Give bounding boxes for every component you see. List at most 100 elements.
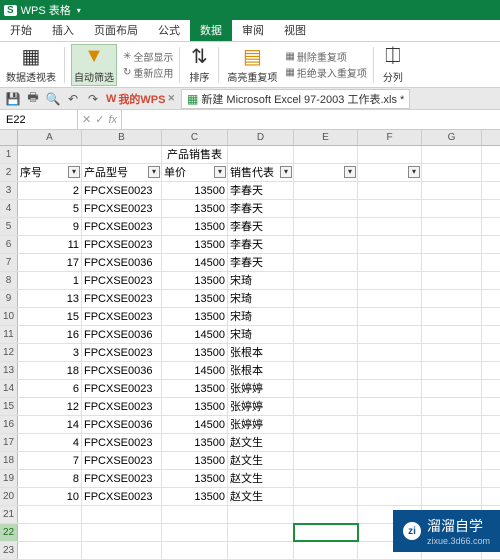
filter-dropdown-icon[interactable]: ▾ — [280, 166, 292, 178]
cell[interactable]: 宋琦 — [228, 308, 294, 325]
cell[interactable] — [422, 380, 482, 397]
cell[interactable]: 13500 — [162, 182, 228, 199]
cell[interactable] — [422, 398, 482, 415]
filter-dropdown-icon[interactable]: ▾ — [408, 166, 420, 178]
cell[interactable] — [358, 452, 422, 469]
table-header[interactable]: 产品型号▾ — [82, 164, 162, 181]
cell[interactable]: FPCXSE0023 — [82, 344, 162, 361]
cell[interactable]: 宋琦 — [228, 272, 294, 289]
cell[interactable]: 13500 — [162, 344, 228, 361]
col-header[interactable]: G — [422, 130, 482, 145]
cell[interactable]: 13500 — [162, 398, 228, 415]
fx-cancel-icon[interactable]: ✕ — [82, 113, 91, 126]
remove-dup-button[interactable]: ▦删除重复项 — [285, 49, 366, 64]
cell[interactable]: 13500 — [162, 272, 228, 289]
cell[interactable]: 13500 — [162, 308, 228, 325]
row-header[interactable]: 11 — [0, 326, 18, 343]
cell[interactable]: 张婷婷 — [228, 380, 294, 397]
cell[interactable]: 13500 — [162, 470, 228, 487]
show-all-button[interactable]: ✳全部显示 — [123, 49, 173, 64]
cell[interactable] — [228, 506, 294, 523]
cell[interactable]: FPCXSE0023 — [82, 272, 162, 289]
cell[interactable] — [82, 542, 162, 559]
row-header[interactable]: 17 — [0, 434, 18, 451]
filter-dropdown-icon[interactable]: ▾ — [214, 166, 226, 178]
cell[interactable]: FPCXSE0036 — [82, 416, 162, 433]
cell[interactable] — [358, 488, 422, 505]
row-header[interactable]: 21 — [0, 506, 18, 523]
cell[interactable] — [358, 344, 422, 361]
cell[interactable]: 4 — [18, 434, 82, 451]
filter-dropdown-icon[interactable]: ▾ — [68, 166, 80, 178]
cell[interactable] — [422, 326, 482, 343]
cell[interactable]: 13500 — [162, 200, 228, 217]
row-header[interactable]: 6 — [0, 236, 18, 253]
cell[interactable]: ▾ — [358, 164, 422, 181]
row-header[interactable]: 3 — [0, 182, 18, 199]
row-header[interactable]: 14 — [0, 380, 18, 397]
cell[interactable] — [358, 380, 422, 397]
preview-icon[interactable]: 🔍 — [46, 92, 60, 106]
cell[interactable] — [422, 470, 482, 487]
cell[interactable]: FPCXSE0023 — [82, 308, 162, 325]
cell[interactable] — [294, 218, 358, 235]
cell[interactable]: 6 — [18, 380, 82, 397]
cell[interactable] — [294, 488, 358, 505]
cell[interactable] — [294, 308, 358, 325]
cell[interactable]: 13500 — [162, 434, 228, 451]
cell[interactable] — [294, 290, 358, 307]
cell[interactable] — [294, 416, 358, 433]
cell[interactable] — [294, 380, 358, 397]
cell[interactable]: 1 — [18, 272, 82, 289]
cell[interactable]: FPCXSE0023 — [82, 470, 162, 487]
cell[interactable] — [422, 290, 482, 307]
cell[interactable]: 张根本 — [228, 344, 294, 361]
cell[interactable] — [82, 524, 162, 541]
cell[interactable]: FPCXSE0023 — [82, 488, 162, 505]
row-header[interactable]: 18 — [0, 452, 18, 469]
cell[interactable] — [294, 452, 358, 469]
document-tab[interactable]: ▦新建 Microsoft Excel 97-2003 工作表.xls * — [181, 89, 410, 109]
cell[interactable]: 8 — [18, 470, 82, 487]
redo-icon[interactable]: ↷ — [86, 92, 100, 106]
cell[interactable] — [358, 236, 422, 253]
cell[interactable] — [422, 308, 482, 325]
reject-dup-button[interactable]: ▦拒绝录入重复项 — [285, 65, 366, 80]
cell[interactable]: 李春天 — [228, 218, 294, 235]
cell[interactable]: 13500 — [162, 380, 228, 397]
cell[interactable] — [358, 308, 422, 325]
cell[interactable]: 14500 — [162, 362, 228, 379]
table-header[interactable]: 销售代表▾ — [228, 164, 294, 181]
cell[interactable] — [358, 290, 422, 307]
cell[interactable]: 13500 — [162, 452, 228, 469]
cell[interactable] — [228, 524, 294, 541]
cell[interactable] — [294, 326, 358, 343]
cell[interactable]: 3 — [18, 344, 82, 361]
cell[interactable] — [82, 506, 162, 523]
cell[interactable] — [228, 146, 294, 163]
cell[interactable]: 11 — [18, 236, 82, 253]
titlebar-dropdown-icon[interactable]: ▾ — [77, 6, 81, 15]
cell[interactable] — [358, 434, 422, 451]
cell[interactable]: FPCXSE0023 — [82, 398, 162, 415]
cell[interactable] — [294, 272, 358, 289]
cell[interactable]: 13500 — [162, 290, 228, 307]
row-header[interactable]: 5 — [0, 218, 18, 235]
menu-tab-0[interactable]: 开始 — [0, 19, 42, 41]
fx-icon[interactable]: fx — [108, 114, 117, 126]
autofilter-button[interactable]: ▼ 自动筛选 — [71, 44, 117, 86]
cell[interactable]: 10 — [18, 488, 82, 505]
cell[interactable] — [358, 362, 422, 379]
cell[interactable] — [82, 146, 162, 163]
cell[interactable] — [162, 524, 228, 541]
row-header[interactable]: 23 — [0, 542, 18, 559]
cell[interactable] — [422, 362, 482, 379]
cell[interactable]: FPCXSE0023 — [82, 290, 162, 307]
cell[interactable] — [358, 182, 422, 199]
cell[interactable] — [294, 434, 358, 451]
cell[interactable] — [358, 146, 422, 163]
menu-tab-4[interactable]: 数据 — [190, 19, 232, 41]
col-header[interactable]: D — [228, 130, 294, 145]
cell[interactable] — [294, 344, 358, 361]
cell[interactable]: FPCXSE0023 — [82, 434, 162, 451]
